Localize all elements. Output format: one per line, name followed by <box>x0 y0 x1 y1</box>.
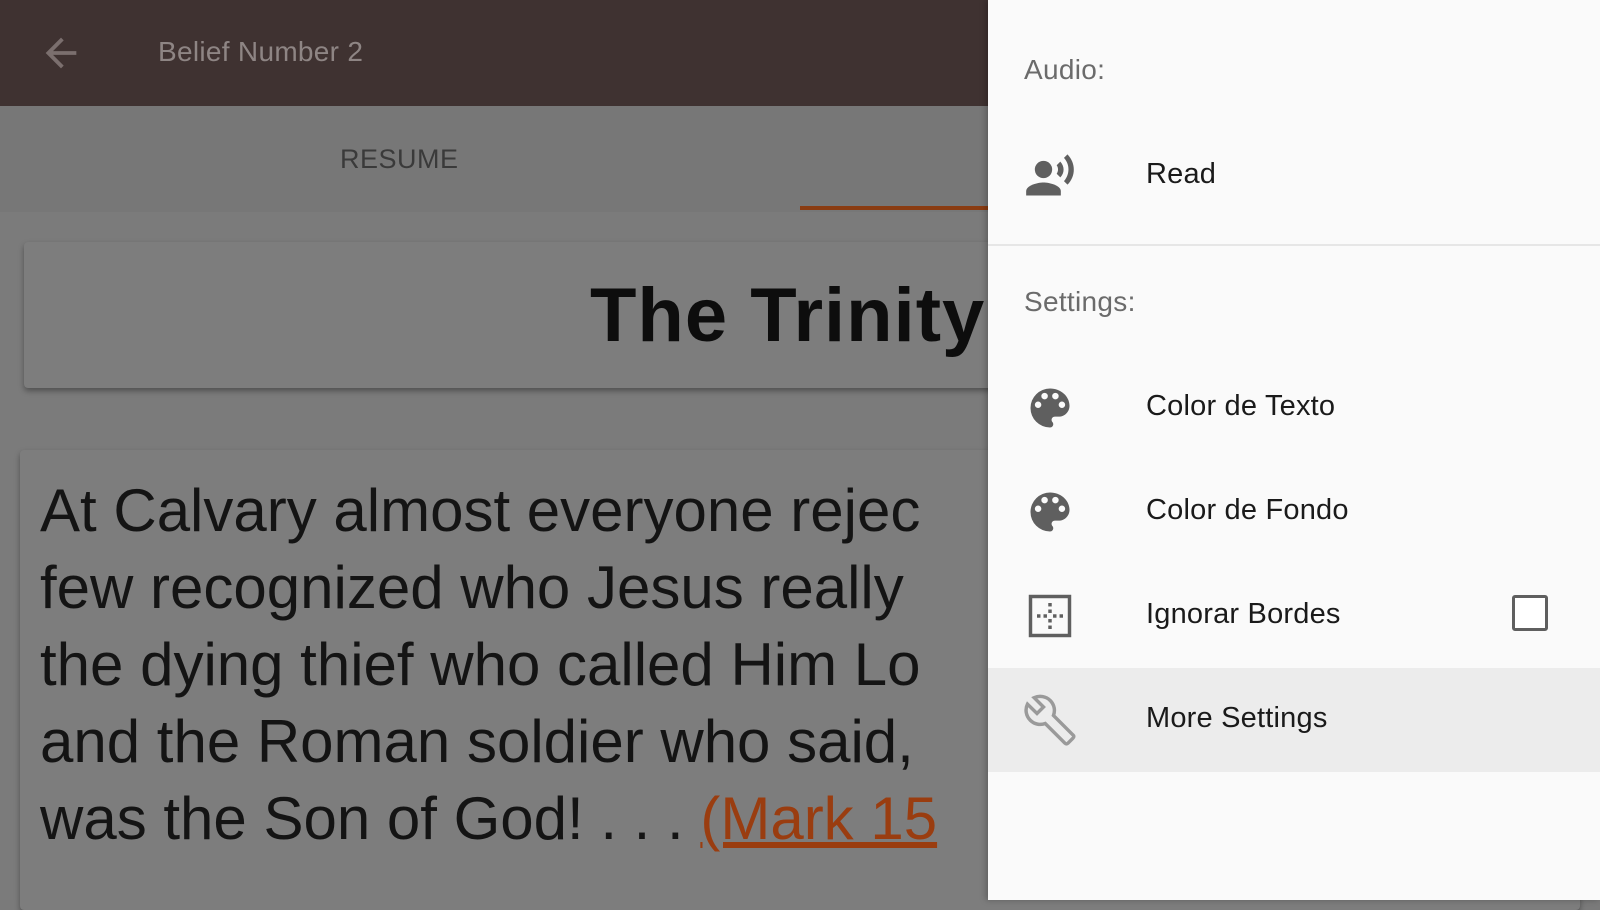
text-color-label: Color de Texto <box>1146 390 1336 422</box>
palette-icon <box>1030 492 1070 532</box>
read-aloud-item[interactable]: Read <box>988 124 1600 228</box>
background-color-item[interactable]: Color de Fondo <box>988 460 1600 564</box>
body-line: was the Son of God! . . . <box>40 785 701 852</box>
more-settings-item[interactable]: More Settings <box>988 668 1600 772</box>
record-voice-icon <box>1026 154 1074 196</box>
read-label: Read <box>1146 158 1217 190</box>
scripture-link[interactable]: (Mark 15 <box>700 785 937 852</box>
tab-resume[interactable]: RESUME <box>340 144 459 175</box>
background-color-label: Color de Fondo <box>1146 494 1349 526</box>
arrow-left-icon[interactable] <box>38 30 84 76</box>
page-title: Belief Number 2 <box>158 36 364 67</box>
more-settings-label: More Settings <box>1146 702 1328 734</box>
section-divider <box>988 244 1600 246</box>
settings-section-label: Settings: <box>1024 286 1136 317</box>
ignore-borders-item[interactable]: Ignorar Bordes <box>988 564 1600 668</box>
settings-drawer: Audio: Read Settings: Color de Texto Col… <box>988 0 1600 900</box>
audio-section-label: Audio: <box>1024 54 1106 85</box>
belief-title: The Trinity <box>590 273 986 358</box>
palette-icon <box>1030 388 1070 428</box>
border-clear-icon <box>1028 594 1072 638</box>
ignore-borders-checkbox[interactable] <box>1512 595 1548 631</box>
text-color-item[interactable]: Color de Texto <box>988 356 1600 460</box>
wrench-icon <box>1024 694 1076 746</box>
ignore-borders-label: Ignorar Bordes <box>1146 598 1341 630</box>
